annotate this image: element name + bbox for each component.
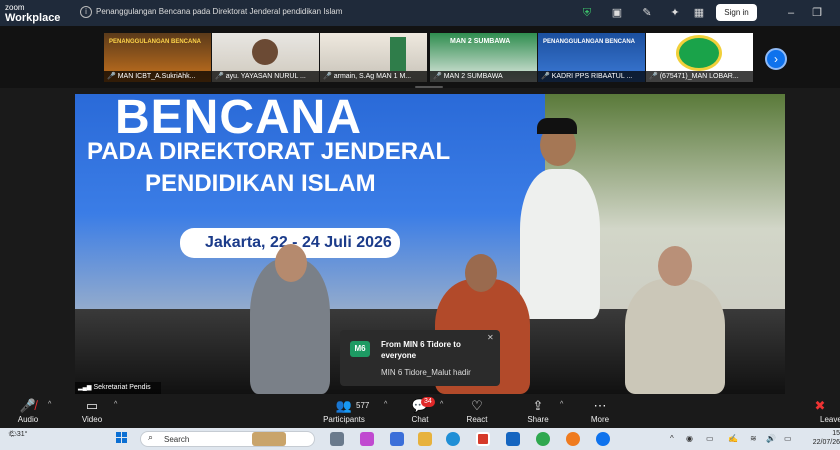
apps-icon[interactable]: ▦ bbox=[692, 6, 706, 20]
share-options-caret-icon[interactable]: ^ bbox=[560, 401, 563, 408]
speaker-head bbox=[275, 244, 307, 282]
chat-sender: From MIN 6 Tidore to everyone bbox=[381, 340, 461, 360]
thumbnail-label: 🎤 KADRI PPS RIBAATUL ... bbox=[538, 71, 645, 82]
file-explorer-icon[interactable] bbox=[418, 432, 432, 446]
participant-count: 577 bbox=[356, 401, 370, 410]
speaker-cap bbox=[537, 118, 577, 134]
speaker-head bbox=[658, 246, 692, 286]
mic-muted-icon: 🎤 bbox=[433, 73, 442, 80]
edge-icon[interactable] bbox=[446, 432, 460, 446]
mic-muted-icon: 🎤 bbox=[323, 73, 332, 80]
weather-icon: 🌤 bbox=[8, 431, 17, 438]
flag-graphic bbox=[390, 37, 406, 71]
copilot-icon[interactable] bbox=[360, 432, 374, 446]
zoom-logo: zoom bbox=[5, 3, 25, 12]
video-options-caret-icon[interactable]: ^ bbox=[114, 401, 117, 408]
workplace-logo: Workplace bbox=[5, 12, 61, 24]
thumb-banner-text: PENANGGULANGAN BENCANA bbox=[109, 39, 202, 45]
participant-thumbnail[interactable]: PENANGGULANGAN BENCANA 🎤 MAN ICBT_A.Sukri… bbox=[104, 33, 211, 82]
mic-muted-icon: 🎤 bbox=[215, 73, 224, 80]
chrome-icon[interactable] bbox=[536, 432, 550, 446]
chat-unread-badge: 34 bbox=[421, 397, 435, 407]
speaker-person bbox=[520, 169, 600, 319]
speaker-head bbox=[465, 254, 497, 292]
search-placeholder: Search bbox=[164, 435, 190, 444]
signal-icon: ▂▄▆ bbox=[78, 385, 92, 391]
thumbnail-label: 🎤 MAN 2 SUMBAWA bbox=[430, 71, 537, 82]
dropbox-icon[interactable] bbox=[506, 432, 520, 446]
close-icon[interactable]: ✕ bbox=[487, 333, 494, 342]
signin-button[interactable]: Sign in bbox=[716, 4, 757, 21]
participants-options-caret-icon[interactable]: ^ bbox=[384, 401, 387, 408]
mic-muted-icon: 🎤 bbox=[649, 73, 658, 80]
share-icon: ⇪ bbox=[532, 398, 544, 413]
thumbnail-label: 🎤 MAN ICBT_A.SukriAhk... bbox=[104, 71, 211, 82]
thumbnail-label: 🎤 (675471)_MAN LOBAR... bbox=[646, 71, 753, 82]
task-view-icon[interactable] bbox=[330, 432, 344, 446]
participant-thumbnail[interactable]: MAN 2 SUMBAWA 🎤 MAN 2 SUMBAWA bbox=[430, 33, 537, 82]
more-button[interactable]: ⋯ More bbox=[570, 398, 630, 424]
language-tray-icon[interactable]: ✍ bbox=[728, 434, 738, 443]
meeting-title: Penanggulangan Bencana pada Direktorat J… bbox=[96, 7, 343, 16]
screen-share-icon[interactable]: ▣ bbox=[610, 6, 624, 20]
pen-icon[interactable]: ✎ bbox=[640, 6, 654, 20]
tray-chevron-icon[interactable]: ^ bbox=[670, 434, 674, 443]
clock-time: 15 bbox=[832, 430, 840, 437]
thumb-banner-text: PENANGGULANGAN BENCANA bbox=[543, 39, 636, 45]
search-icon: ⌕ bbox=[148, 432, 154, 442]
participant-thumbnail[interactable]: 🎤 (675471)_MAN LOBAR... bbox=[646, 33, 753, 82]
sender-avatar: M6 bbox=[350, 341, 370, 357]
participant-thumbnail[interactable]: 🎤 armain, S.Ag MAN 1 M... bbox=[320, 33, 427, 82]
chat-options-caret-icon[interactable]: ^ bbox=[440, 401, 443, 408]
clock-date: 22/07/26 bbox=[812, 439, 840, 446]
audio-options-caret-icon[interactable]: ^ bbox=[48, 401, 51, 408]
more-icon: ⋯ bbox=[593, 398, 607, 413]
firefox-icon[interactable] bbox=[566, 432, 580, 446]
chat-message: MIN 6 Tidore_Malut hadir bbox=[381, 368, 471, 377]
zoom-taskbar-icon[interactable] bbox=[596, 432, 610, 446]
participant-face bbox=[252, 39, 278, 65]
leave-icon: ✖ bbox=[814, 398, 826, 413]
weather-widget[interactable]: 🌤31° bbox=[8, 430, 27, 438]
next-page-arrow-icon[interactable]: › bbox=[765, 48, 787, 70]
thumbnail-label: 🎤 armain, S.Ag MAN 1 M... bbox=[320, 71, 427, 82]
restore-icon[interactable]: ❐ bbox=[810, 6, 824, 20]
video-button[interactable]: ▭ Video bbox=[62, 398, 122, 424]
battery-icon[interactable]: ▭ bbox=[784, 434, 792, 443]
banner-subtitle-2: PENDIDIKAN ISLAM bbox=[145, 170, 376, 197]
volume-icon[interactable]: 🔊 bbox=[766, 434, 776, 443]
camera-icon: ▭ bbox=[85, 398, 99, 413]
sparkle-icon[interactable]: ✦ bbox=[668, 6, 682, 20]
participant-thumbnail[interactable]: 🎤 ayu. YAYASAN NURUL ... bbox=[212, 33, 319, 82]
banner-subtitle-1: PADA DIREKTORAT JENDERAL bbox=[87, 138, 451, 165]
video-name-label: ▂▄▆ Sekretariat Pendis bbox=[75, 382, 161, 394]
search-highlight-image bbox=[252, 432, 286, 446]
thumbnail-label: 🎤 ayu. YAYASAN NURUL ... bbox=[212, 71, 319, 82]
outlook-icon[interactable] bbox=[390, 432, 404, 446]
minimize-icon[interactable]: – bbox=[784, 6, 798, 20]
share-button[interactable]: ⇪ Share bbox=[508, 398, 568, 424]
wifi-icon[interactable]: ≋ bbox=[750, 434, 757, 443]
mic-muted-icon: 🎤 bbox=[107, 73, 116, 80]
mic-muted-icon: 🎤 bbox=[541, 73, 550, 80]
speaker-person bbox=[625, 279, 725, 394]
app-tray-icon[interactable]: ◉ bbox=[686, 434, 693, 443]
shield-icon[interactable]: ⛨ bbox=[580, 6, 594, 20]
heart-icon: ♡ bbox=[471, 398, 483, 413]
tray-clock[interactable]: 15 22/07/26 bbox=[806, 429, 840, 447]
camera-tray-icon[interactable]: ▭ bbox=[706, 434, 714, 443]
thumb-banner-text: MAN 2 SUMBAWA bbox=[450, 38, 511, 45]
participant-thumbnail[interactable]: PENANGGULANGAN BENCANA 🎤 KADRI PPS RIBAAT… bbox=[538, 33, 645, 82]
leave-button[interactable]: ✖ Leave bbox=[800, 398, 840, 424]
school-logo-icon bbox=[676, 35, 722, 71]
strip-resize-handle[interactable] bbox=[415, 86, 443, 88]
red-app-icon[interactable] bbox=[476, 432, 490, 446]
windows-start-icon[interactable] bbox=[116, 432, 128, 444]
react-button[interactable]: ♡ React bbox=[447, 398, 507, 424]
meeting-info-icon[interactable]: i bbox=[80, 6, 92, 18]
